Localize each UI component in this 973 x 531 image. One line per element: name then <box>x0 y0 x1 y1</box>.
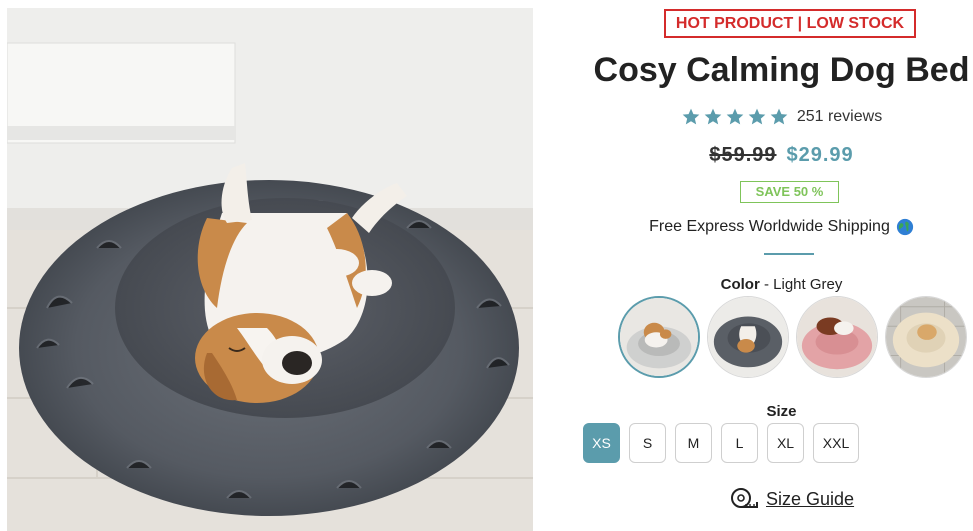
star-icon <box>748 108 766 125</box>
star-rating <box>681 107 789 127</box>
reviews-link[interactable]: 251 reviews <box>797 108 882 126</box>
price-row: $59.99 $29.99 <box>590 144 973 167</box>
shipping-text: Free Express Worldwide Shipping <box>649 218 890 235</box>
shipping-info: Free Express Worldwide Shipping <box>590 218 973 236</box>
size-option-m[interactable]: M <box>675 423 712 463</box>
rating-row[interactable]: 251 reviews <box>590 107 973 127</box>
star-icon <box>682 108 700 125</box>
size-option-s[interactable]: S <box>629 423 666 463</box>
color-swatch-beige[interactable] <box>885 296 967 378</box>
color-swatch-dark-grey[interactable] <box>707 296 789 378</box>
tape-measure-icon <box>731 488 758 508</box>
size-guide-link[interactable]: Size Guide <box>730 487 854 511</box>
save-badge: SAVE 50 % <box>740 181 839 203</box>
color-swatch-light-grey[interactable] <box>618 296 700 378</box>
color-swatch-pink[interactable] <box>796 296 878 378</box>
old-price: $59.99 <box>709 144 777 166</box>
color-label-title: Color <box>720 276 760 293</box>
size-option-xs[interactable]: XS <box>583 423 620 463</box>
sale-price: $29.99 <box>786 144 854 166</box>
size-option-xl[interactable]: XL <box>767 423 804 463</box>
color-swatches <box>618 296 968 378</box>
dog-bed-photo <box>7 8 533 531</box>
divider <box>764 253 814 255</box>
size-guide-text: Size Guide <box>766 488 855 509</box>
size-label: Size <box>766 403 797 420</box>
size-option-xxl[interactable]: XXL <box>813 423 859 463</box>
star-icon <box>770 108 788 125</box>
star-icon <box>704 108 722 125</box>
selected-color-value: Light Grey <box>773 276 843 293</box>
size-options: XS S M L XL XXL <box>583 423 873 463</box>
product-info-panel: HOT PRODUCT | LOW STOCK Cosy Calming Dog… <box>583 0 973 531</box>
main-product-image <box>7 8 533 531</box>
hot-product-badge: HOT PRODUCT | LOW STOCK <box>664 9 916 38</box>
product-title: Cosy Calming Dog Bed <box>593 51 970 89</box>
globe-icon <box>896 218 913 236</box>
size-option-l[interactable]: L <box>721 423 758 463</box>
star-icon <box>726 108 744 125</box>
color-label: Color - Light Grey <box>720 276 843 293</box>
